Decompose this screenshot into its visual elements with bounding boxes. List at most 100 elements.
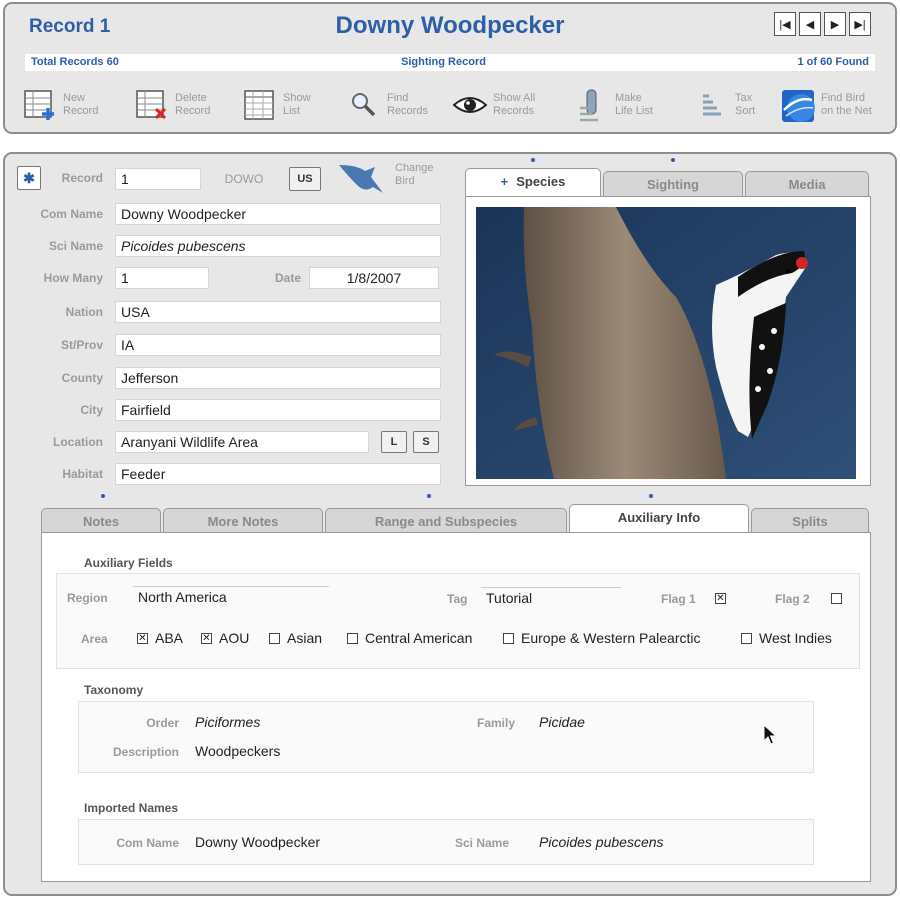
city-field[interactable]: Fairfield	[115, 399, 441, 421]
county-label: County	[61, 371, 103, 385]
area-label-central-american: Central American	[365, 630, 473, 646]
prev-record-button[interactable]: ◀	[799, 12, 821, 36]
list-icon	[244, 90, 274, 120]
us-button[interactable]: US	[289, 167, 321, 191]
record-type: Sighting Record	[401, 56, 486, 68]
how-many-label: How Many	[43, 271, 103, 285]
tab-species[interactable]: + Species	[465, 168, 601, 197]
species-code: DOWO	[224, 172, 264, 186]
delete-record-label: Delete Record	[175, 92, 211, 117]
new-record-icon	[24, 90, 54, 120]
area-checkbox-asian[interactable]	[269, 633, 280, 644]
found-status: 1 of 60 Found	[797, 56, 870, 68]
imported-sci-name-label: Sci Name	[455, 836, 510, 850]
life-list-icon	[580, 89, 598, 122]
date-field[interactable]: 1/8/2007	[309, 267, 439, 289]
com-name-field[interactable]: Downy Woodpecker	[115, 203, 441, 225]
last-icon: ▶|	[854, 18, 866, 31]
tab-sighting[interactable]: Sighting	[603, 171, 743, 197]
nation-field[interactable]: USA	[115, 301, 441, 323]
tab-more-notes[interactable]: More Notes	[163, 508, 323, 534]
tab-media[interactable]: Media	[745, 171, 869, 197]
tab-splits[interactable]: Splits	[751, 508, 869, 534]
plus-icon: +	[500, 174, 509, 189]
family-value: Picidae	[539, 714, 585, 730]
date-label: Date	[274, 271, 301, 285]
magnifier-icon	[352, 93, 376, 117]
auxiliary-fields-title: Auxiliary Fields	[84, 556, 173, 570]
status-bar: Total Records 60 Sighting Record 1 of 60…	[25, 54, 875, 71]
location-field[interactable]: Aranyani Wildlife Area	[115, 431, 369, 453]
tab-species-label: Species	[516, 174, 566, 189]
stprov-label: St/Prov	[60, 338, 103, 352]
taxonomy-box: Order Piciformes Family Picidae Descript…	[78, 701, 814, 773]
order-value: Piciformes	[195, 714, 261, 730]
location-l-button[interactable]: L	[381, 431, 407, 453]
stprov-field[interactable]: IA	[115, 334, 441, 356]
location-s-button[interactable]: S	[413, 431, 439, 453]
taxonomy-title: Taxonomy	[84, 683, 144, 697]
area-label: Area	[81, 632, 108, 646]
tab-range-subspecies[interactable]: Range and Subspecies	[325, 508, 567, 534]
bird-icon	[339, 165, 383, 193]
record-number-field[interactable]: 1	[115, 168, 201, 190]
tab-notes[interactable]: Notes	[41, 508, 161, 534]
area-checkbox-aba[interactable]: ✕	[137, 633, 148, 644]
area-checkbox-europe[interactable]	[503, 633, 514, 644]
tab-indicator-dot	[101, 494, 105, 498]
area-checkbox-central-american[interactable]	[347, 633, 358, 644]
tab-indicator-dot	[531, 158, 535, 162]
area-checkbox-west-indies[interactable]	[741, 633, 752, 644]
toolbar: New Record Delete Record Show List Find …	[23, 86, 887, 128]
asterisk-icon: ✱	[23, 170, 35, 186]
first-icon: |◀	[779, 18, 791, 31]
asterisk-button[interactable]: ✱	[17, 166, 41, 190]
find-bird-net-label: Find Bird on the Net	[821, 92, 872, 117]
sort-icon	[703, 94, 721, 116]
show-list-label: Show List	[283, 92, 311, 117]
area-label-aou: AOU	[219, 630, 250, 646]
change-bird-button[interactable]: Change Bird	[335, 159, 445, 199]
total-records: Total Records 60	[31, 56, 119, 68]
region-field[interactable]: North America	[133, 586, 329, 608]
imported-names-title: Imported Names	[84, 801, 179, 815]
habitat-field[interactable]: Feeder	[115, 463, 441, 485]
tab-auxiliary-info[interactable]: Auxiliary Info	[569, 504, 749, 533]
how-many-field[interactable]: 1	[115, 267, 209, 289]
delete-record-icon	[136, 90, 167, 120]
area-label-aba: ABA	[155, 630, 184, 646]
first-record-button[interactable]: |◀	[774, 12, 796, 36]
com-name-label: Com Name	[40, 207, 103, 221]
globe-icon	[782, 90, 815, 122]
habitat-label: Habitat	[62, 467, 103, 481]
tab-indicator-dot	[671, 158, 675, 162]
imported-com-name-value: Downy Woodpecker	[195, 834, 321, 850]
location-label: Location	[53, 435, 103, 449]
tag-label: Tag	[447, 592, 468, 606]
find-records-label: Find Records	[387, 92, 428, 117]
woodpecker-photo	[476, 207, 856, 479]
mouse-cursor-icon	[763, 724, 778, 745]
sci-name-label: Sci Name	[48, 239, 103, 253]
flag2-checkbox[interactable]	[831, 593, 842, 604]
next-record-button[interactable]: ▶	[824, 12, 846, 36]
record-panel: ✱ Record 1 DOWO US Change Bird Com Name …	[3, 152, 897, 896]
eye-icon	[453, 97, 487, 113]
area-label-europe: Europe & Western Palearctic	[521, 630, 701, 646]
area-checkbox-aou[interactable]: ✕	[201, 633, 212, 644]
show-all-records-label: Show All Records	[493, 92, 536, 117]
sci-name-field[interactable]: Picoides pubescens	[115, 235, 441, 257]
change-bird-label: Change Bird	[395, 162, 434, 187]
auxiliary-fields-box: Region North America Tag Tutorial Flag 1…	[56, 573, 860, 669]
tag-field[interactable]: Tutorial	[481, 587, 621, 609]
area-label-west-indies: West Indies	[759, 630, 832, 646]
tab-indicator-dot	[649, 494, 653, 498]
flag1-checkbox[interactable]: ✕	[715, 593, 726, 604]
county-field[interactable]: Jefferson	[115, 367, 441, 389]
species-title: Downy Woodpecker	[335, 12, 565, 39]
family-label: Family	[477, 716, 516, 730]
last-record-button[interactable]: ▶|	[849, 12, 871, 36]
imported-com-name-label: Com Name	[116, 836, 179, 850]
new-record-label: New Record	[63, 92, 99, 117]
description-label: Description	[112, 745, 179, 759]
